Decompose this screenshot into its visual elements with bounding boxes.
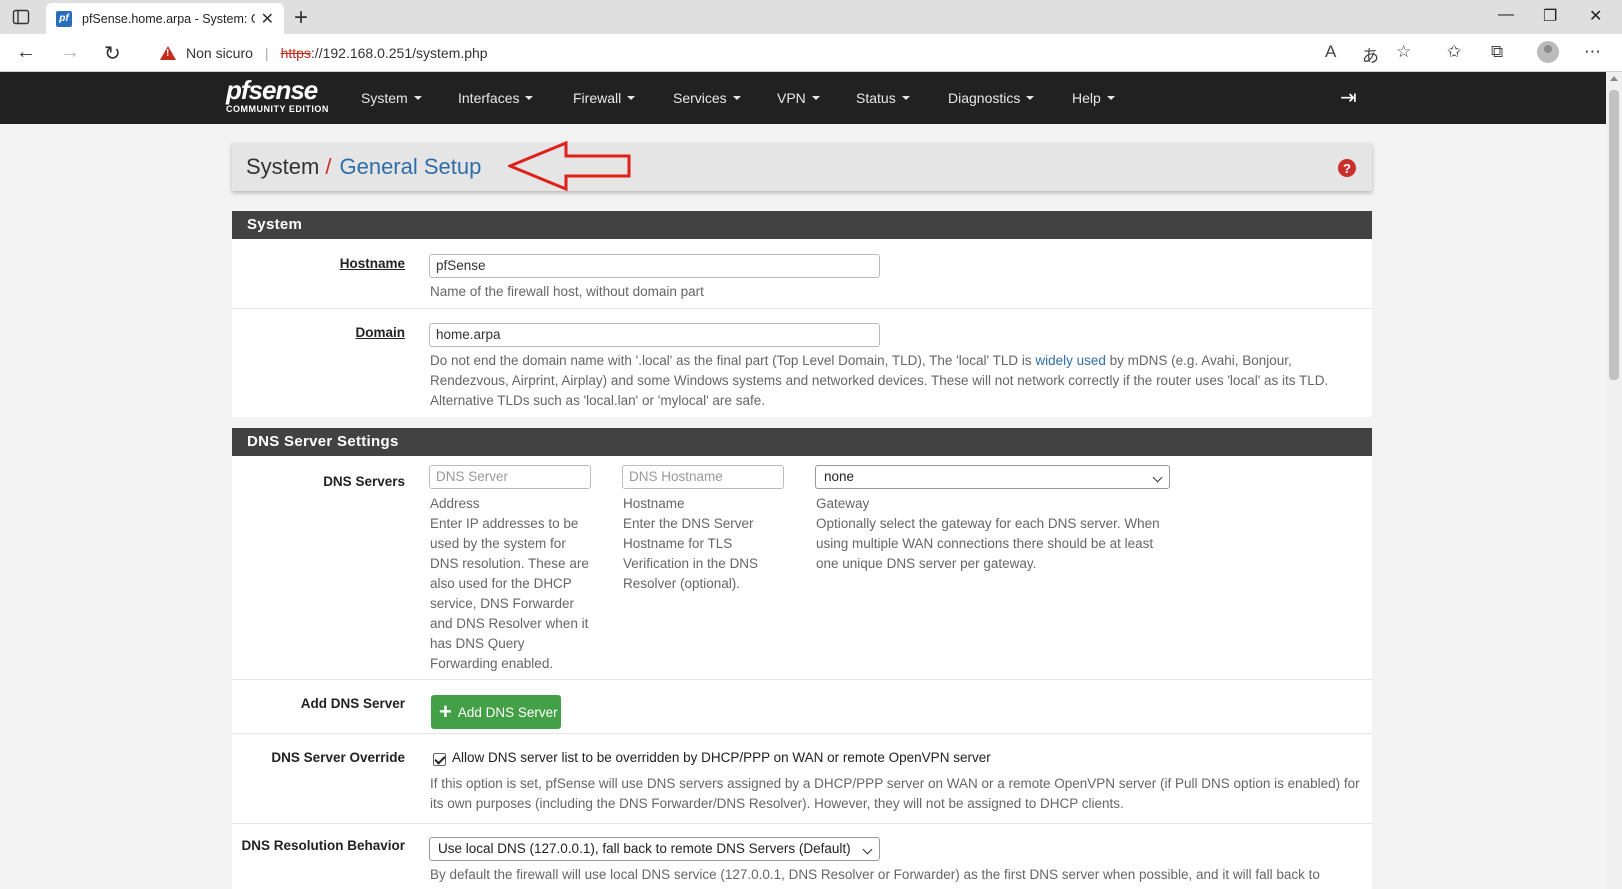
dns-server-input[interactable]: DNS Server	[429, 465, 591, 489]
domain-input[interactable]: home.arpa	[429, 323, 880, 347]
caret-down-icon	[413, 96, 422, 100]
dns-resolution-row: DNS Resolution Behavior Use local DNS (1…	[232, 823, 1372, 889]
dns-server-override-label: DNS Server Override	[271, 750, 405, 765]
tab-close-icon[interactable]: ✕	[261, 9, 274, 29]
minimize-icon[interactable]: —	[1498, 6, 1514, 24]
url-scheme: https	[280, 44, 311, 61]
browser-tab-active[interactable]: pf pfSense.home.arpa - System: General S…	[46, 3, 284, 34]
dns-resolution-help: By default the firewall will use local D…	[430, 867, 1320, 882]
warning-icon[interactable]	[160, 45, 176, 60]
tab-actions-icon[interactable]	[12, 8, 30, 26]
help-question-icon[interactable]: ?	[1338, 159, 1356, 177]
add-favorite-icon[interactable]: ☆	[1396, 42, 1411, 62]
system-panel-heading: System	[232, 211, 1372, 239]
page-scrollbar[interactable]	[1606, 72, 1622, 889]
dns-override-help: If this option is set, pfSense will use …	[430, 776, 1360, 811]
caret-down-icon	[1106, 96, 1115, 100]
breadcrumb-separator: /	[325, 154, 332, 179]
window-close-icon[interactable]: ✕	[1589, 6, 1602, 26]
domain-row: Domain home.arpa Do not end the domain n…	[232, 308, 1372, 417]
pfsense-navbar: pfsense COMMUNITY EDITION System Interfa…	[0, 72, 1606, 124]
red-arrow-annotation-icon	[508, 140, 631, 192]
dns-resolution-select[interactable]: Use local DNS (127.0.0.1), fall back to …	[429, 837, 880, 861]
add-dns-server-button[interactable]: + Add DNS Server	[431, 695, 561, 729]
dns-gateway-help: Gateway Optionally select the gateway fo…	[816, 496, 1160, 571]
domain-help: Do not end the domain name with '.local'…	[430, 353, 1329, 408]
widely-used-link[interactable]: widely used	[1035, 353, 1106, 368]
dns-address-help: Address Enter IP addresses to be used by…	[430, 496, 589, 671]
menu-status[interactable]: Status	[856, 72, 910, 124]
caret-down-icon	[525, 96, 534, 100]
breadcrumb: System / General Setup	[232, 143, 1372, 191]
dns-hostname-input[interactable]: DNS Hostname	[622, 465, 784, 489]
profile-avatar[interactable]	[1537, 41, 1559, 63]
dns-override-checkbox[interactable]	[433, 753, 446, 766]
dns-resolution-label: DNS Resolution Behavior	[241, 838, 405, 853]
chevron-down-icon	[862, 844, 873, 855]
browser-toolbar: ← → ↻ Non sicuro | https://192.168.0.251…	[0, 34, 1622, 72]
caret-down-icon	[901, 96, 910, 100]
more-options-icon[interactable]: ⋯	[1584, 42, 1601, 62]
hostname-input[interactable]: pfSense	[429, 254, 880, 278]
menu-services[interactable]: Services	[673, 72, 741, 124]
caret-down-icon	[732, 96, 741, 100]
add-dns-server-label: Add DNS Server	[300, 696, 405, 711]
url-text: ://192.168.0.251/system.php	[310, 44, 488, 61]
pfsense-logo[interactable]: pfsense COMMUNITY EDITION	[226, 76, 329, 114]
reload-icon[interactable]: ↻	[104, 41, 121, 66]
back-icon[interactable]: ←	[16, 41, 36, 64]
dns-panel-heading: DNS Server Settings	[232, 428, 1372, 456]
restore-icon[interactable]: ❐	[1543, 6, 1557, 26]
dns-hostname-help: Hostname Enter the DNS Server Hostname f…	[623, 496, 759, 591]
caret-down-icon	[627, 96, 636, 100]
tab-title: pfSense.home.arpa - System: General Setu…	[82, 11, 255, 26]
hostname-help: Name of the firewall host, without domai…	[430, 284, 704, 299]
forward-icon[interactable]: →	[60, 41, 80, 64]
caret-down-icon	[1026, 96, 1035, 100]
pfsense-favicon-icon: pf	[56, 10, 72, 27]
dns-gateway-select[interactable]: none	[815, 465, 1170, 489]
dns-server-settings-panel: DNS Server Settings DNS Servers DNS Serv…	[232, 428, 1372, 889]
breadcrumb-general-setup[interactable]: General Setup	[339, 154, 481, 180]
browser-tab-bar: pf pfSense.home.arpa - System: General S…	[0, 0, 1622, 34]
dns-override-check-label[interactable]: Allow DNS server list to be overridden b…	[452, 750, 991, 765]
system-panel: System Hostname pfSense Name of the fire…	[232, 211, 1372, 417]
hostname-label: Hostname	[339, 256, 405, 271]
address-bar[interactable]: Non sicuro | https://192.168.0.251/syste…	[148, 38, 1410, 67]
dns-servers-row: DNS Servers DNS Server DNS Hostname none…	[232, 456, 1372, 679]
plus-icon: +	[439, 699, 452, 724]
not-secure-label[interactable]: Non sicuro	[186, 45, 253, 61]
breadcrumb-system: System	[246, 154, 320, 179]
favorites-icon[interactable]: ✩	[1447, 42, 1461, 62]
menu-help[interactable]: Help	[1072, 72, 1115, 124]
dns-server-override-row: DNS Server Override Allow DNS server lis…	[232, 733, 1372, 823]
menu-system[interactable]: System	[361, 72, 422, 124]
address-divider: |	[264, 44, 269, 61]
translate-icon[interactable]: あ	[1362, 42, 1379, 67]
scroll-up-icon[interactable]	[1610, 76, 1618, 81]
hostname-row: Hostname pfSense Name of the firewall ho…	[232, 239, 1372, 308]
menu-diagnostics[interactable]: Diagnostics	[948, 72, 1035, 124]
read-aloud-icon[interactable]: A	[1325, 42, 1336, 62]
menu-vpn[interactable]: VPN	[777, 72, 820, 124]
menu-firewall[interactable]: Firewall	[573, 72, 636, 124]
caret-down-icon	[811, 96, 820, 100]
logout-icon[interactable]: ⇥	[1340, 85, 1357, 110]
dns-servers-label: DNS Servers	[323, 474, 405, 489]
add-dns-server-row: Add DNS Server + Add DNS Server	[232, 679, 1372, 733]
domain-label: Domain	[355, 325, 405, 340]
chevron-down-icon	[1152, 472, 1163, 483]
scroll-thumb[interactable]	[1609, 90, 1619, 380]
collections-icon[interactable]: ⧉	[1491, 42, 1503, 62]
menu-interfaces[interactable]: Interfaces	[458, 72, 534, 124]
new-tab-icon[interactable]: +	[294, 4, 308, 32]
